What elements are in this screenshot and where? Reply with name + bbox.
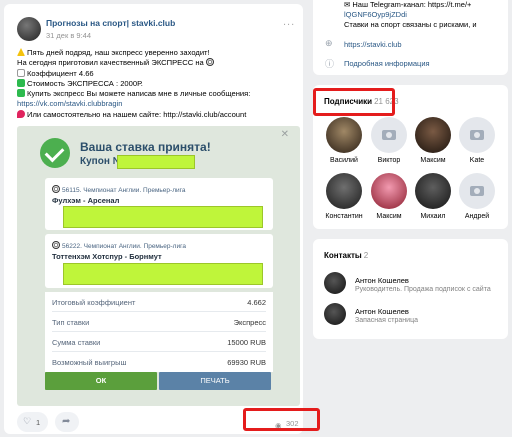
heart-icon: ♡ [23, 416, 32, 426]
subscriber-avatar [326, 173, 362, 209]
match-teams: Фулхэм - Арсенал [52, 196, 120, 205]
subscriber-avatar [415, 117, 451, 153]
match-league: 56222. Чемпионат Англии. Премьер-лига [52, 241, 186, 250]
print-button: ПЕЧАТЬ [159, 372, 271, 390]
vk-link[interactable]: https://vk.com/stavki.clubbragin [17, 99, 299, 109]
subscriber-avatar [371, 173, 407, 209]
subscriber[interactable]: Максим [411, 117, 455, 164]
info-icon: ⓘ [325, 59, 335, 69]
post-author[interactable]: Прогнозы на спорт| stavki.club [46, 18, 175, 28]
camera-icon [371, 117, 407, 153]
post-line-3: Коэффициент 4.66 [17, 68, 299, 79]
share-icon: ➦ [62, 416, 71, 427]
match-card: 56115. Чемпионат Англии. Премьер-лига Фу… [45, 178, 273, 230]
football-icon [52, 185, 60, 193]
contact-name[interactable]: Антон Кошелев [355, 307, 409, 316]
contact-avatar[interactable] [324, 272, 346, 294]
bet-title: Ваша ставка принята! [80, 140, 211, 154]
post-line-1: Пять дней подряд, наш экспресс уверенно … [17, 48, 299, 58]
summary-row: Возможный выигрыш 69930 RUB [52, 358, 266, 367]
coupon-number-censor [117, 155, 195, 169]
wall-post: Прогнозы на спорт| stavki.club 31 дек в … [4, 4, 303, 434]
camera-icon [459, 173, 495, 209]
info-telegram: ✉ Наш Telegram-канал: https://t.me/+ [344, 0, 472, 9]
football-icon [52, 241, 60, 249]
author-avatar[interactable] [17, 17, 41, 41]
more-icon[interactable]: ... [283, 16, 295, 28]
info-disclaimer: Ставки на спорт связаны с рисками, и [344, 20, 477, 29]
football-icon [205, 58, 214, 67]
match-pick-censor [63, 206, 263, 228]
match-pick-censor [63, 263, 263, 285]
subscriber[interactable]: Михаил [411, 173, 455, 220]
post-line-7: Или самостоятельно на нашем сайте: http:… [17, 109, 299, 120]
bet-slip-image[interactable]: ✕ Ваша ставка принята! Купон № 56115. Че… [17, 126, 300, 406]
pin-icon [17, 109, 25, 118]
subscriber-avatar [326, 117, 362, 153]
subscriber[interactable]: Максим [367, 173, 411, 220]
more-info-link[interactable]: Подробная информация [344, 59, 430, 68]
post-line-4: Стоимость ЭКСПРЕССА : 2000Р. [17, 78, 299, 89]
summary-row: Итоговый коэффициент 4.662 [52, 292, 266, 312]
like-count: 1 [36, 418, 41, 427]
share-button[interactable]: ➦ [55, 412, 79, 432]
warning-icon [17, 48, 25, 56]
checkmark-icon [17, 78, 25, 87]
contact-name[interactable]: Антон Кошелев [355, 276, 409, 285]
ok-button: ОК [45, 372, 157, 390]
subscriber[interactable]: Константин [322, 173, 366, 220]
post-text: Пять дней подряд, наш экспресс уверенно … [17, 48, 299, 120]
camera-icon [459, 117, 495, 153]
post-date[interactable]: 31 дек в 9:44 [46, 31, 91, 40]
post-line-5: Купить экспресс Вы можете написав мне в … [17, 89, 299, 99]
contact-role: Руководитель. Продажа подписок с сайта [355, 286, 491, 293]
globe-icon: ⊕ [325, 38, 333, 48]
close-icon: ✕ [280, 129, 289, 140]
subscriber[interactable]: Виктор [367, 117, 411, 164]
summary-row: Сумма ставки 15000 RUB [52, 332, 266, 352]
summary-row: Тип ставки Экспресс [52, 312, 266, 332]
chart-icon [17, 68, 25, 77]
subscriber[interactable]: Kate [455, 117, 499, 164]
like-button[interactable]: ♡ 1 [17, 412, 48, 432]
match-card: 56222. Чемпионат Англии. Премьер-лига То… [45, 234, 273, 288]
subscriber[interactable]: Андрей [455, 173, 499, 220]
bet-summary: Итоговый коэффициент 4.662 Тип ставки Эк… [45, 292, 273, 372]
site-link[interactable]: https://stavki.club [344, 40, 402, 49]
match-league: 56115. Чемпионат Англии. Премьер-лига [52, 185, 185, 194]
subscriber[interactable]: Василий [322, 117, 366, 164]
contact-role: Запасная страница [355, 317, 418, 324]
views-highlight [243, 408, 320, 431]
subscriber-avatar [415, 173, 451, 209]
contacts-block: Контакты 2 Антон Кошелев Руководитель. Пр… [313, 239, 508, 339]
checkmark-icon [17, 89, 25, 98]
success-check-icon [40, 138, 70, 168]
match-teams: Тоттенхэм Хотспур - Борнмут [52, 252, 162, 261]
contacts-title[interactable]: Контакты 2 [324, 251, 368, 260]
community-info: ✉ Наш Telegram-канал: https://t.me/+ lQG… [313, 0, 508, 75]
contact-avatar[interactable] [324, 303, 346, 325]
telegram-link[interactable]: lQGNF6Oyp9jZDdi [344, 10, 407, 19]
post-line-2: На сегодня приготовил качественный ЭКСПР… [17, 58, 299, 68]
subscribers-highlight [313, 88, 395, 116]
